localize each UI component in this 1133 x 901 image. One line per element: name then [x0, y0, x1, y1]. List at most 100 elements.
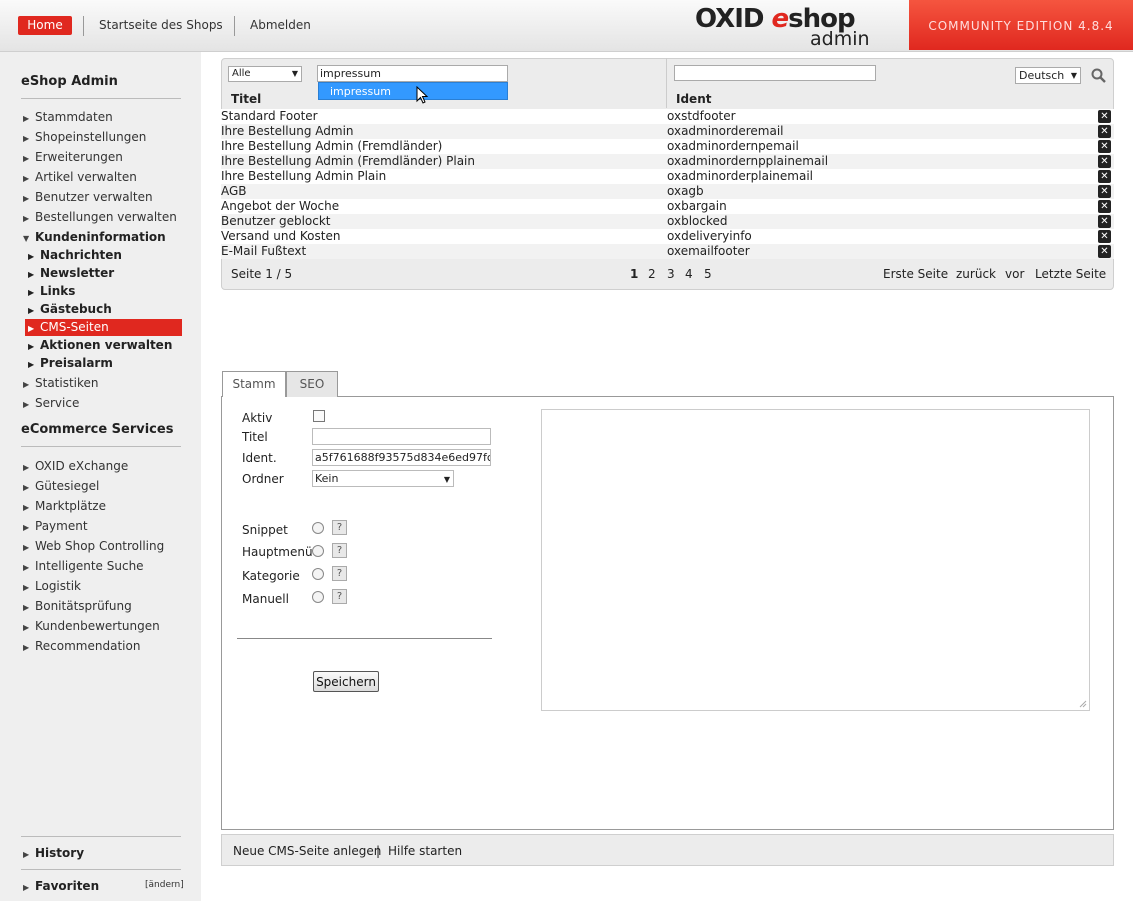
pager-page-3[interactable]: 3 — [667, 267, 675, 281]
active-checkbox[interactable] — [313, 410, 325, 422]
sidebar-service-guetesiegel[interactable]: ▶ Gütesiegel — [23, 479, 99, 493]
sidebar-item-statistiken[interactable]: ▶ Statistiken — [23, 376, 99, 390]
sidebar-subitem-links[interactable]: ▶ Links — [28, 284, 75, 298]
sidebar-service-suche[interactable]: ▶ Intelligente Suche — [23, 559, 144, 573]
sidebar-item-stammdaten[interactable]: ▶ Stammdaten — [23, 110, 113, 124]
row-title[interactable]: Ihre Bestellung Admin (Fremdländer) Plai… — [221, 154, 475, 169]
shop-start-link[interactable]: Startseite des Shops — [99, 18, 223, 32]
snippet-radio[interactable] — [312, 522, 324, 534]
category-radio[interactable] — [312, 568, 324, 580]
sidebar-subitem-cms-seiten[interactable]: ▶ CMS-Seiten — [25, 319, 182, 336]
filter-ident-input[interactable] — [674, 65, 876, 81]
logout-link[interactable]: Abmelden — [250, 18, 311, 32]
table-row[interactable]: Standard Footer oxstdfooter ✕ — [221, 109, 1114, 124]
language-select[interactable]: Deutsch ▼ — [1015, 67, 1081, 84]
title-input[interactable] — [312, 428, 491, 445]
pager-first-link[interactable]: Erste Seite — [883, 267, 948, 281]
row-title[interactable]: Standard Footer — [221, 109, 318, 124]
sidebar-subitem-gaestebuch[interactable]: ▶ Gästebuch — [28, 302, 112, 316]
row-ident[interactable]: oxadminorderplainemail — [667, 169, 813, 184]
mainmenu-radio[interactable] — [312, 545, 324, 557]
table-row[interactable]: E-Mail Fußtext oxemailfooter ✕ — [221, 244, 1114, 259]
pager-page-5[interactable]: 5 — [704, 267, 712, 281]
sidebar-item-artikel[interactable]: ▶ Artikel verwalten — [23, 170, 137, 184]
delete-icon[interactable]: ✕ — [1098, 170, 1111, 183]
delete-icon[interactable]: ✕ — [1098, 125, 1111, 138]
help-icon[interactable]: ? — [332, 520, 347, 535]
autocomplete-suggestion[interactable]: impressum — [318, 82, 508, 100]
pager-page-1[interactable]: 1 — [630, 267, 638, 281]
tab-stamm[interactable]: Stamm — [222, 371, 286, 397]
search-icon[interactable] — [1091, 68, 1106, 83]
row-ident[interactable]: oxdeliveryinfo — [667, 229, 752, 244]
table-row[interactable]: Ihre Bestellung Admin (Fremdländer) Plai… — [221, 154, 1114, 169]
delete-icon[interactable]: ✕ — [1098, 230, 1111, 243]
sidebar-service-payment[interactable]: ▶ Payment — [23, 519, 88, 533]
column-header-ident[interactable]: Ident — [676, 92, 711, 106]
delete-icon[interactable]: ✕ — [1098, 140, 1111, 153]
row-title[interactable]: Versand und Kosten — [221, 229, 340, 244]
resize-grip-icon[interactable] — [1079, 700, 1087, 708]
sidebar-service-bonitaet[interactable]: ▶ Bonitätsprüfung — [23, 599, 132, 613]
row-ident[interactable]: oxemailfooter — [667, 244, 750, 259]
folder-select[interactable]: Kein ▼ — [312, 470, 454, 487]
row-title[interactable]: E-Mail Fußtext — [221, 244, 306, 259]
table-row[interactable]: AGB oxagb ✕ — [221, 184, 1114, 199]
row-ident[interactable]: oxagb — [667, 184, 704, 199]
delete-icon[interactable]: ✕ — [1098, 245, 1111, 258]
table-row[interactable]: Benutzer geblockt oxblocked ✕ — [221, 214, 1114, 229]
favorites-change-link[interactable]: [ändern] — [145, 880, 184, 890]
row-title[interactable]: Ihre Bestellung Admin — [221, 124, 354, 139]
delete-icon[interactable]: ✕ — [1098, 200, 1111, 213]
sidebar-item-erweiterungen[interactable]: ▶ Erweiterungen — [23, 150, 123, 164]
row-ident[interactable]: oxadminordernpemail — [667, 139, 799, 154]
row-title[interactable]: AGB — [221, 184, 247, 199]
help-icon[interactable]: ? — [332, 589, 347, 604]
delete-icon[interactable]: ✕ — [1098, 155, 1111, 168]
pager-last-link[interactable]: Letzte Seite — [1035, 267, 1106, 281]
column-header-title[interactable]: Titel — [231, 92, 261, 106]
row-title[interactable]: Angebot der Woche — [221, 199, 339, 214]
sidebar-service-recommendation[interactable]: ▶ Recommendation — [23, 639, 140, 653]
sidebar-service-controlling[interactable]: ▶ Web Shop Controlling — [23, 539, 164, 553]
row-ident[interactable]: oxstdfooter — [667, 109, 736, 124]
new-cms-page-link[interactable]: Neue CMS-Seite anlegen — [233, 844, 381, 858]
home-button[interactable]: Home — [18, 16, 72, 35]
row-ident[interactable]: oxblocked — [667, 214, 728, 229]
sidebar-subitem-preisalarm[interactable]: ▶ Preisalarm — [28, 356, 113, 370]
sidebar-item-bestellungen[interactable]: ▶ Bestellungen verwalten — [23, 210, 177, 224]
manual-radio[interactable] — [312, 591, 324, 603]
sidebar-service-logistik[interactable]: ▶ Logistik — [23, 579, 81, 593]
filter-folder-select[interactable]: Alle ▼ — [228, 66, 302, 82]
sidebar-service-bewertungen[interactable]: ▶ Kundenbewertungen — [23, 619, 160, 633]
help-icon[interactable]: ? — [332, 566, 347, 581]
table-row[interactable]: Ihre Bestellung Admin Plain oxadminorderp… — [221, 169, 1114, 184]
sidebar-item-benutzer[interactable]: ▶ Benutzer verwalten — [23, 190, 153, 204]
row-title[interactable]: Benutzer geblockt — [221, 214, 331, 229]
table-row[interactable]: Ihre Bestellung Admin (Fremdländer) oxadm… — [221, 139, 1114, 154]
save-button[interactable]: Speichern — [313, 671, 379, 692]
pager-page-2[interactable]: 2 — [648, 267, 656, 281]
pager-prev-link[interactable]: zurück — [956, 267, 996, 281]
help-icon[interactable]: ? — [332, 543, 347, 558]
sidebar-subitem-newsletter[interactable]: ▶ Newsletter — [28, 266, 114, 280]
filter-title-input[interactable]: impressum — [317, 65, 508, 82]
ident-input[interactable]: a5f761688f93575d834e6ed97fc6ed — [312, 449, 491, 466]
tab-seo[interactable]: SEO — [286, 371, 338, 397]
content-editor-textarea[interactable] — [541, 409, 1090, 711]
sidebar-item-service[interactable]: ▶ Service — [23, 396, 79, 410]
row-ident[interactable]: oxadminordernpplainemail — [667, 154, 828, 169]
sidebar-service-oxid-exchange[interactable]: ▶ OXID eXchange — [23, 459, 128, 473]
table-row[interactable]: Angebot der Woche oxbargain ✕ — [221, 199, 1114, 214]
delete-icon[interactable]: ✕ — [1098, 185, 1111, 198]
delete-icon[interactable]: ✕ — [1098, 110, 1111, 123]
row-title[interactable]: Ihre Bestellung Admin Plain — [221, 169, 386, 184]
delete-icon[interactable]: ✕ — [1098, 215, 1111, 228]
start-help-link[interactable]: Hilfe starten — [388, 844, 462, 858]
row-title[interactable]: Ihre Bestellung Admin (Fremdländer) — [221, 139, 442, 154]
table-row[interactable]: Ihre Bestellung Admin oxadminorderemail ✕ — [221, 124, 1114, 139]
sidebar-item-kundeninformation[interactable]: ▼ Kundeninformation — [23, 230, 166, 244]
sidebar-favorites[interactable]: ▶ Favoriten — [23, 879, 99, 893]
pager-page-4[interactable]: 4 — [685, 267, 693, 281]
sidebar-item-shopeinstellungen[interactable]: ▶ Shopeinstellungen — [23, 130, 146, 144]
